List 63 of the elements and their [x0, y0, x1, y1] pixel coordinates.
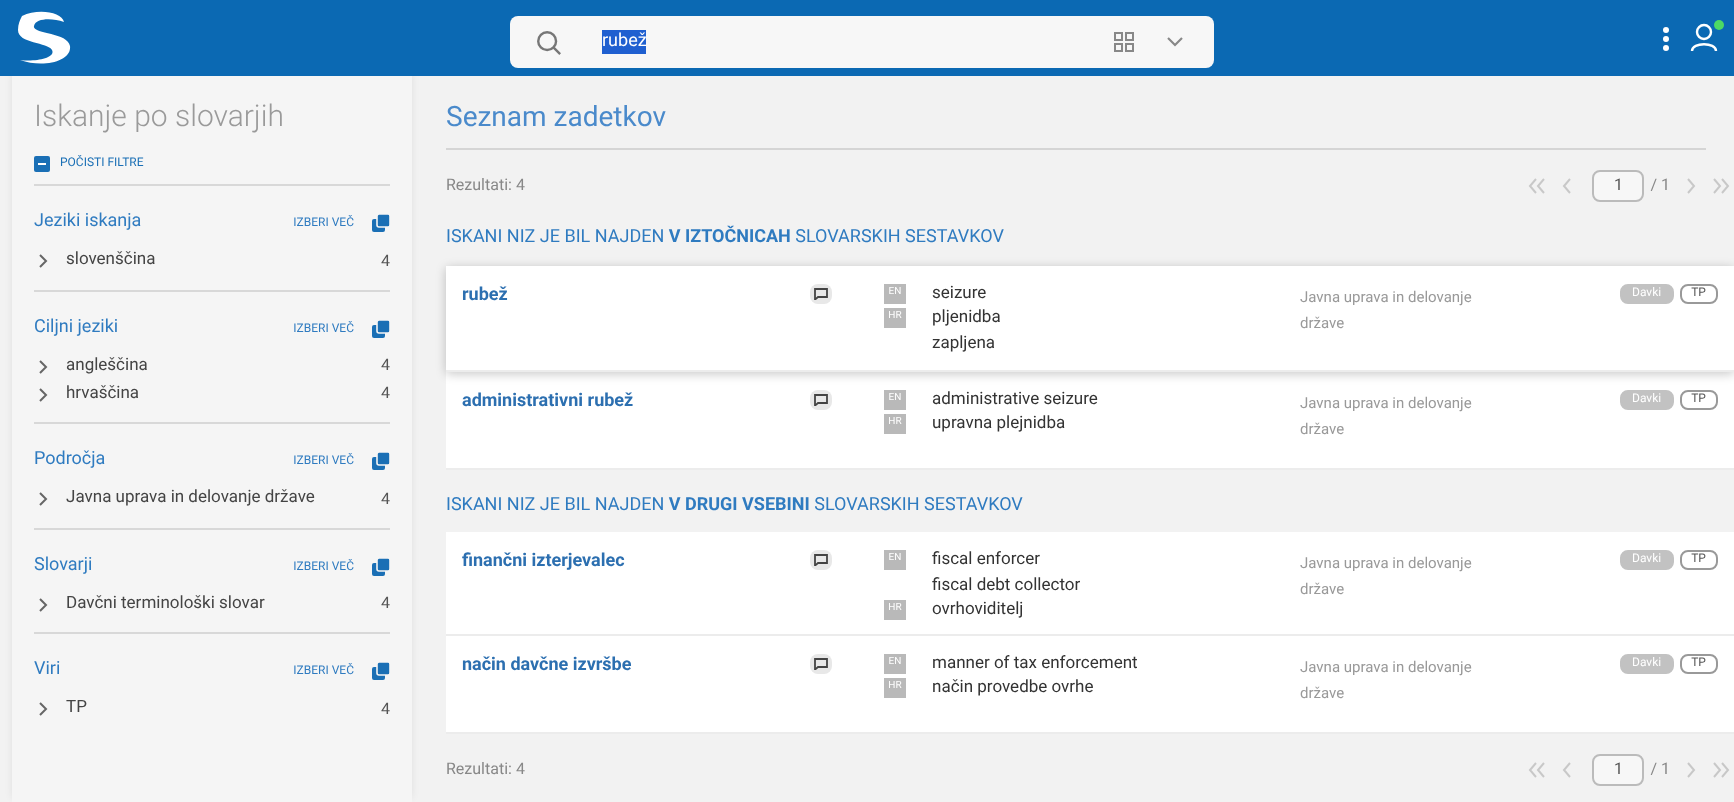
copy-icon[interactable] [372, 452, 390, 471]
translation-text: pljenidba [932, 308, 1001, 332]
translation-text: upravna plejnidba [932, 414, 1066, 438]
term-link[interactable]: način davčne izvršbe [462, 653, 632, 677]
translation-text: seizure [932, 283, 987, 307]
page-total: / 1 [1650, 757, 1670, 781]
chevron-down-icon[interactable] [1166, 36, 1184, 48]
group-title: Področja [34, 448, 106, 474]
term-link[interactable]: finančni izterjevalec [462, 550, 625, 574]
section-heading: ISKANI NIZ JE BIL NAJDEN V IZTOČNICAH SLOVARSKIH SESTAVKOV [446, 226, 1004, 252]
item-count: 4 [381, 354, 390, 378]
page-title: Seznam zadetkov [446, 100, 666, 136]
chevron-right-icon[interactable] [38, 492, 48, 506]
page-total: / 1 [1650, 174, 1670, 198]
sidebar-title: Iskanje po slovarjih [34, 96, 284, 136]
page-field[interactable]: 1 [1592, 753, 1645, 785]
section-heading: ISKANI NIZ JE BIL NAJDEN V DRUGI VSEBINI SLOVARSKIH SESTAVKOV [446, 493, 1023, 519]
translation-text: fiscal enforcer [932, 550, 1040, 574]
term-link[interactable]: administrativni rubež [462, 389, 634, 413]
filter-item[interactable]: slovenščina [66, 248, 156, 274]
chevron-right-icon[interactable] [38, 702, 48, 716]
translation-text: administrative seizure [932, 389, 1098, 413]
filter-item[interactable]: angleščina [66, 353, 148, 379]
page-field[interactable]: 1 [1592, 170, 1645, 202]
grid-icon[interactable] [1114, 32, 1134, 52]
filter-item[interactable]: Javna uprava in delovanje države [66, 486, 315, 512]
group-title: Ciljni jeziki [34, 315, 119, 341]
group-title: Slovarji [34, 553, 93, 579]
translation-text: manner of tax enforcement [932, 653, 1138, 677]
item-count: 4 [381, 487, 390, 511]
item-count: 4 [381, 249, 390, 273]
translation-text: način provedbe ovrhe [932, 678, 1094, 702]
search-field[interactable]: rubež [510, 16, 1214, 68]
translation-text: ovrhoviditelj [932, 600, 1024, 624]
copy-icon[interactable] [372, 214, 390, 233]
comment-icon[interactable] [810, 550, 832, 570]
logo-icon[interactable] [14, 10, 74, 66]
item-count: 4 [381, 592, 390, 616]
group-title: Jeziki iskanja [34, 210, 142, 236]
translation-text: zapljena [932, 333, 996, 357]
translation-text: fiscal debt collector [932, 575, 1081, 599]
search-icon [536, 29, 562, 55]
term-link[interactable]: rubež [462, 283, 508, 307]
results-count: Rezultati: 4 [446, 174, 525, 198]
comment-icon[interactable] [810, 653, 832, 673]
chevron-right-icon[interactable] [38, 597, 48, 611]
user-icon[interactable] [1690, 22, 1722, 52]
copy-icon[interactable] [372, 662, 390, 681]
copy-icon[interactable] [372, 319, 390, 338]
comment-icon[interactable] [810, 283, 832, 303]
item-count: 4 [381, 382, 390, 406]
filter-item[interactable]: hrvaščina [66, 381, 140, 407]
comment-icon[interactable] [810, 389, 832, 409]
results-count: Rezultati: 4 [446, 757, 525, 781]
minus-box-icon [34, 155, 50, 171]
filter-item[interactable]: TP [66, 696, 87, 722]
chevron-right-icon[interactable] [38, 254, 48, 268]
search-text: rubež [602, 30, 647, 54]
group-title: Viri [34, 658, 61, 684]
copy-icon[interactable] [372, 557, 390, 576]
item-count: 4 [381, 697, 390, 721]
more-icon[interactable] [1662, 26, 1670, 52]
filter-item[interactable]: Davčni terminološki slovar [66, 591, 265, 617]
